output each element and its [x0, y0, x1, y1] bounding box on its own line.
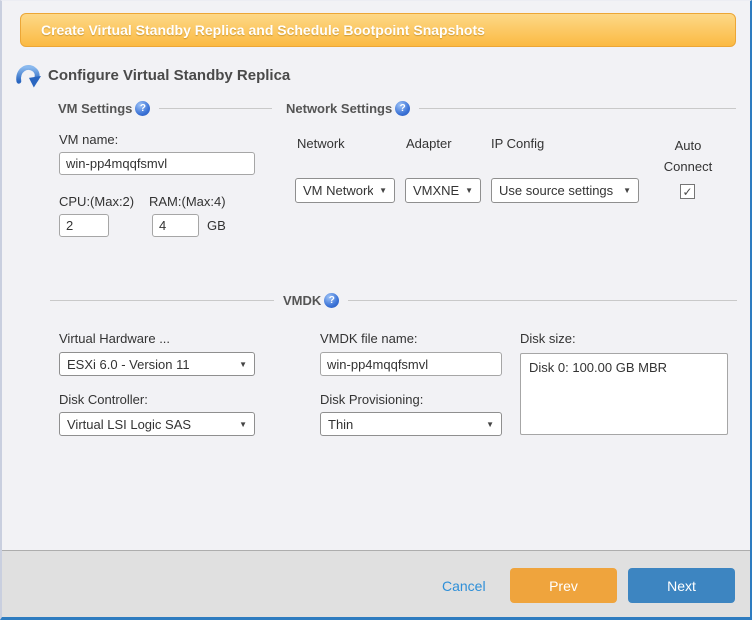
disk-provisioning-dropdown[interactable]: Thin ▼	[320, 412, 502, 436]
step-heading: Configure Virtual Standby Replica	[48, 67, 290, 84]
cpu-label: CPU:(Max:2)	[59, 194, 134, 209]
disk-size-item: Disk 0: 100.00 GB MBR	[529, 360, 719, 375]
vm-settings-title: VM Settings	[58, 101, 132, 116]
chevron-down-icon: ▼	[239, 420, 247, 429]
vmdk-title: VMDK	[283, 293, 321, 308]
chevron-down-icon: ▼	[623, 186, 631, 195]
disk-controller-label: Disk Controller:	[59, 392, 148, 407]
cpu-input[interactable]	[59, 214, 109, 237]
vmdk-help-icon[interactable]: ?	[324, 293, 339, 308]
wizard-title-banner: Create Virtual Standby Replica and Sched…	[20, 13, 736, 47]
divider	[419, 108, 736, 109]
chevron-down-icon: ▼	[465, 186, 473, 195]
auto-connect-checkbox[interactable]: ✓	[680, 184, 695, 199]
vm-settings-section-header: VM Settings ?	[58, 101, 272, 116]
ram-input[interactable]	[152, 214, 199, 237]
ip-config-dropdown[interactable]: Use source settings ▼	[491, 178, 639, 203]
check-icon: ✓	[682, 186, 692, 198]
network-settings-help-icon[interactable]: ?	[395, 101, 410, 116]
disk-provisioning-label: Disk Provisioning:	[320, 392, 423, 407]
auto-connect-column-header: Auto Connect	[657, 135, 719, 177]
divider	[348, 300, 737, 301]
prev-button[interactable]: Prev	[510, 568, 617, 603]
vm-name-label: VM name:	[59, 132, 118, 147]
cancel-button[interactable]: Cancel	[442, 578, 486, 594]
disk-size-label: Disk size:	[520, 331, 576, 346]
network-column-header: Network	[297, 136, 345, 151]
disk-controller-dropdown[interactable]: Virtual LSI Logic SAS ▼	[59, 412, 255, 436]
chevron-down-icon: ▼	[239, 360, 247, 369]
adapter-column-header: Adapter	[406, 136, 452, 151]
divider	[159, 108, 272, 109]
network-dropdown[interactable]: VM Network ▼	[295, 178, 395, 203]
adapter-dropdown[interactable]: VMXNET3 ▼	[405, 178, 481, 203]
vmdk-section-header: VMDK ?	[50, 293, 737, 308]
ram-label: RAM:(Max:4)	[149, 194, 226, 209]
virtual-hardware-dropdown[interactable]: ESXi 6.0 - Version 11 ▼	[59, 352, 255, 376]
ram-unit-label: GB	[207, 218, 226, 233]
wizard-dialog: Create Virtual Standby Replica and Sched…	[0, 0, 752, 620]
next-button[interactable]: Next	[628, 568, 735, 603]
vmdk-file-name-input[interactable]	[320, 352, 502, 376]
network-settings-section-header: Network Settings ?	[286, 101, 736, 116]
replica-arrow-icon	[15, 62, 42, 89]
vm-settings-help-icon[interactable]: ?	[135, 101, 150, 116]
vmdk-file-name-label: VMDK file name:	[320, 331, 418, 346]
disk-size-list[interactable]: Disk 0: 100.00 GB MBR	[520, 353, 728, 435]
wizard-title: Create Virtual Standby Replica and Sched…	[41, 22, 485, 38]
divider	[50, 300, 274, 301]
network-settings-title: Network Settings	[286, 101, 392, 116]
chevron-down-icon: ▼	[379, 186, 387, 195]
virtual-hardware-label: Virtual Hardware ...	[59, 331, 170, 346]
chevron-down-icon: ▼	[486, 420, 494, 429]
ip-config-column-header: IP Config	[491, 136, 544, 151]
vm-name-input[interactable]	[59, 152, 255, 175]
